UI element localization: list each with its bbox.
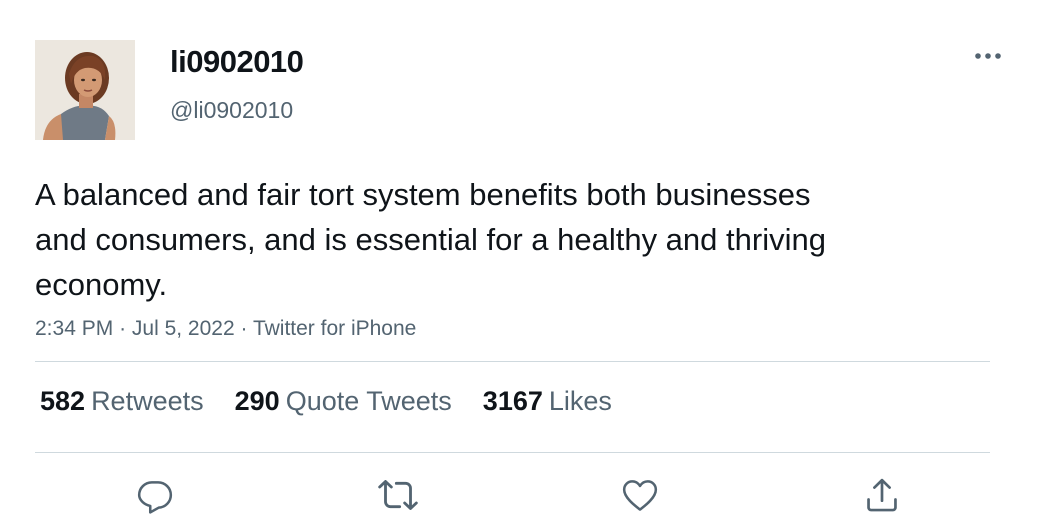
tweet-metadata: 2:34 PM · Jul 5, 2022 · Twitter for iPho… [35,317,416,341]
more-options-button[interactable] [970,42,1006,70]
tweet-text: A balanced and fair tort system benefits… [35,177,826,302]
reply-icon [137,481,173,514]
display-name[interactable]: li0902010 [170,44,304,80]
share-button[interactable] [857,470,907,520]
share-icon [867,478,897,512]
divider [35,452,990,453]
retweet-button[interactable] [373,470,423,520]
quote-tweets-stat[interactable]: 290 Quote Tweets [235,386,452,417]
likes-label: Likes [548,386,612,416]
retweets-label: Retweets [91,386,204,416]
likes-count: 3167 [482,386,543,416]
tweet-time[interactable]: 2:34 PM [35,317,113,340]
retweets-count: 582 [40,386,86,416]
retweets-stat[interactable]: 582 Retweets [40,386,204,417]
user-handle[interactable]: @li0902010 [170,97,293,124]
quote-tweets-label: Quote Tweets [285,386,452,416]
more-horizontal-icon [975,53,1001,59]
avatar-photo [35,40,135,140]
heart-icon [622,480,658,511]
meta-separator: · [119,317,132,340]
divider [35,361,990,362]
tweet-stats: 582 Retweets 290 Quote Tweets 3167 Likes [40,386,643,417]
retweet-icon [378,480,418,510]
like-button[interactable] [615,470,665,520]
tweet-actions [0,470,1050,520]
tweet-date[interactable]: Jul 5, 2022 [132,317,235,340]
avatar[interactable] [35,40,135,140]
quote-tweets-count: 290 [234,386,280,416]
likes-stat[interactable]: 3167 Likes [483,386,612,417]
tweet-source[interactable]: Twitter for iPhone [253,317,416,340]
reply-button[interactable] [130,470,180,520]
meta-separator: · [240,317,253,340]
